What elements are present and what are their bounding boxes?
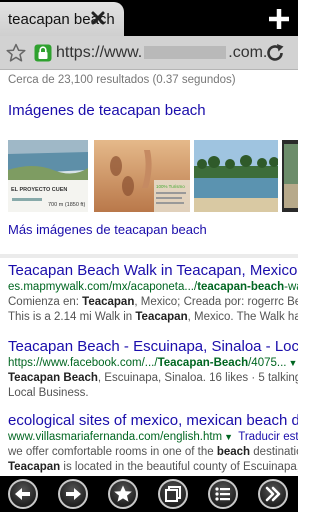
result-snippet: This is a 2.14 mi Walk in Teacapan, Mexi… (8, 310, 298, 325)
star-icon (114, 485, 132, 502)
images-heading-link[interactable]: Imágenes de teacapan beach (8, 102, 206, 119)
result-url: www.villasmariafernanda.com/english.htm ▼… (8, 430, 298, 445)
image-thumbnail[interactable]: 100% Turismo (94, 140, 190, 212)
result-snippet: Teacapan is located in the beautiful cou… (8, 460, 298, 475)
result-url: https://www.facebook.com/.../Teacapan-Be… (8, 356, 298, 371)
snippet-bold: beach (216, 446, 251, 458)
result-snippet: we offer comfortable rooms in one of the… (8, 445, 298, 460)
dropdown-arrow-icon[interactable]: ▼ (288, 358, 297, 368)
tabs-icon (165, 486, 181, 502)
url-text[interactable]: https://www. .com. (56, 44, 267, 62)
beach-partial-image (282, 140, 298, 212)
snippet-bold: Teacapan Beach (8, 372, 98, 384)
snippet-bold: Teacapan (82, 296, 135, 308)
section-divider (0, 254, 298, 258)
result-snippet: Comienza en: Teacapan, Mexico; Creada po… (8, 295, 298, 310)
forward-arrow-icon (66, 488, 81, 500)
back-button[interactable] (8, 479, 38, 509)
result-url-bold: Teacapan-Beach (157, 357, 249, 369)
image-thumbnail[interactable] (194, 140, 278, 212)
result-url-text: https://www.facebook.com/.../ (8, 357, 158, 369)
thumb-caption: EL PROYECTO CUEN (11, 187, 67, 193)
snippet-bold: Teacapan (135, 311, 188, 323)
result-url-tail: -walk (284, 281, 298, 293)
result-url-bold: teacapan-beach (197, 281, 285, 293)
image-thumbnail[interactable] (282, 140, 298, 212)
dropdown-arrow-icon[interactable]: ▼ (224, 432, 233, 442)
image-thumbnails: EL PROYECTO CUEN 700 m (1850 ft) 100% Tu… (8, 140, 298, 212)
result-snippet: Local Business. (8, 387, 89, 399)
double-chevron-right-icon (265, 486, 281, 502)
result-url-tail: /4075... (248, 357, 287, 369)
result-url-text: es.mapmywalk.com/mx/acaponeta.../ (8, 281, 198, 293)
footprints-sand-image: 100% Turismo (94, 140, 190, 212)
browser-tab[interactable]: teacapan beach (0, 2, 124, 36)
snippet-text: , Mexico. The Walk has a to (187, 311, 298, 323)
close-icon[interactable] (90, 10, 106, 26)
snippet-text: is located in the beautiful county of Es… (63, 461, 298, 473)
snippet-bold: Teacapan (8, 461, 61, 473)
back-arrow-icon (15, 488, 30, 500)
bookmark-star-icon[interactable] (6, 43, 26, 63)
new-tab-plus-icon[interactable] (266, 6, 292, 32)
url-suffix: .com. (228, 44, 268, 61)
more-images-link[interactable]: Más imágenes de teacapan beach (8, 222, 207, 237)
search-result: ecological sites of mexico, mexican beac… (8, 412, 298, 475)
address-bar[interactable]: https://www. .com. (0, 36, 298, 70)
thumb-caption-2: 700 m (1850 ft) (48, 202, 85, 208)
aerial-beach-image: EL PROYECTO CUEN 700 m (1850 ft) (8, 140, 88, 212)
forward-button[interactable] (58, 479, 88, 509)
reload-icon[interactable] (264, 42, 286, 64)
list-menu-icon (215, 487, 230, 501)
snippet-text: , Escuinapa, Sinaloa. 16 likes · 5 talki… (97, 372, 298, 384)
result-title-link[interactable]: Teacapan Beach Walk in Teacapan, Mexico … (8, 262, 298, 280)
result-title-link[interactable]: ecological sites of mexico, mexican beac… (8, 412, 298, 430)
search-result: Teacapan Beach - Escuinapa, Sinaloa - Lo… (8, 338, 298, 401)
tab-strip: teacapan beach (0, 0, 298, 36)
bookmarks-button[interactable] (108, 479, 138, 509)
search-result: Teacapan Beach Walk in Teacapan, Mexico … (8, 262, 298, 325)
more-button[interactable] (258, 479, 288, 509)
snippet-text: we offer comfortable rooms in one of the (8, 446, 217, 458)
snippet-text: , Mexico; Creada por: rogerrc Best Time: (134, 296, 298, 308)
image-thumbnail[interactable]: EL PROYECTO CUEN 700 m (1850 ft) (8, 140, 88, 212)
snippet-text: destinations in (253, 446, 298, 458)
result-title-link[interactable]: Teacapan Beach - Escuinapa, Sinaloa - Lo… (8, 338, 298, 356)
url-redacted-domain (144, 46, 227, 60)
url-prefix: https://www. (56, 44, 143, 61)
result-url: es.mapmywalk.com/mx/acaponeta.../teacapa… (8, 280, 298, 295)
secure-lock-icon (34, 44, 52, 62)
snippet-text: Comienza en: (8, 296, 83, 308)
snippet-text: This is a 2.14 mi Walk in (8, 311, 136, 323)
palm-lagoon-image (194, 140, 278, 212)
menu-button[interactable] (208, 479, 238, 509)
results-stats: Cerca de 23,100 resultados (0.37 segundo… (8, 74, 236, 86)
translate-link[interactable]: Traducir esta (238, 431, 298, 443)
thumb-caption: 100% Turismo (156, 184, 185, 189)
result-snippet: Teacapan Beach, Escuinapa, Sinaloa. 16 l… (8, 371, 298, 386)
result-url-text: www.villasmariafernanda.com/english.htm (8, 431, 223, 443)
tabs-button[interactable] (158, 479, 188, 509)
bottom-toolbar (0, 476, 298, 512)
page-content: Cerca de 23,100 resultados (0.37 segundo… (0, 70, 298, 476)
